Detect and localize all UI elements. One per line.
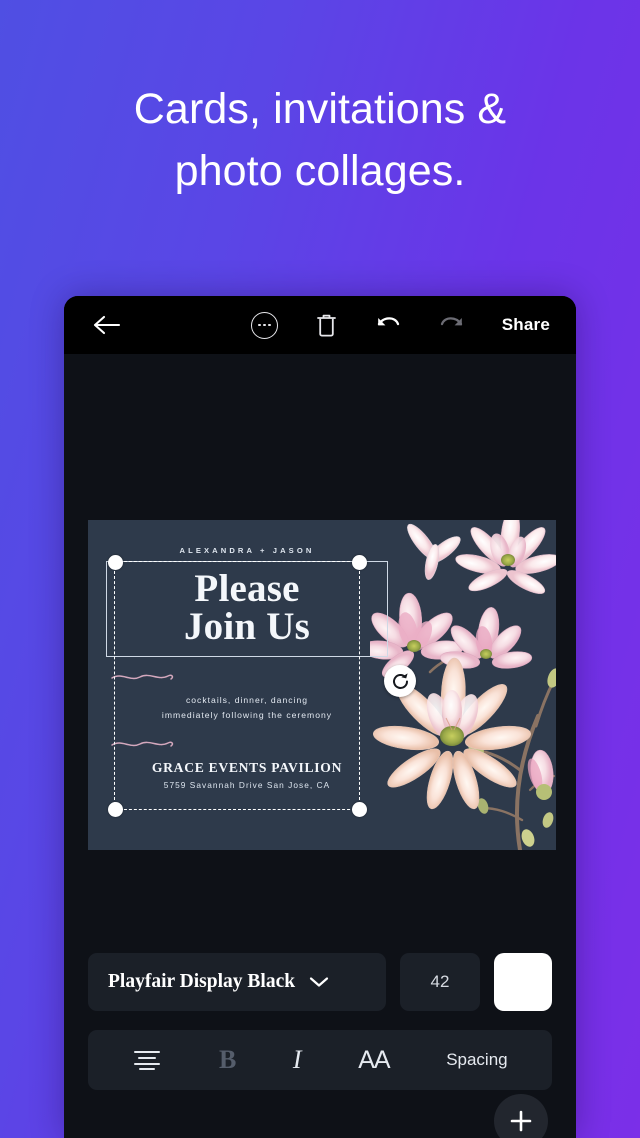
event-details[interactable]: cocktails, dinner, dancing immediately f… — [106, 693, 388, 723]
promo-headline: Cards, invitations & photo collages. — [0, 78, 640, 203]
delete-button[interactable] — [307, 305, 347, 345]
text-color-swatch[interactable] — [494, 953, 552, 1011]
font-controls-row: Playfair Display Black 42 — [64, 950, 576, 1014]
trash-icon — [317, 314, 337, 336]
share-button[interactable]: Share — [502, 315, 550, 335]
back-button[interactable] — [90, 308, 124, 342]
swash-divider-top — [106, 670, 388, 684]
align-center-icon — [134, 1051, 161, 1070]
headline-line-2: photo collages. — [174, 147, 466, 196]
editor-canvas[interactable]: ALEXANDRA + JASON Please Join Us cocktai… — [64, 354, 576, 950]
more-options-circle-icon — [251, 311, 279, 339]
swash-divider-bottom — [106, 737, 388, 751]
venue-name[interactable]: GRACE EVENTS PAVILION — [106, 760, 388, 776]
title-line-1: Please — [194, 567, 300, 610]
phone-mockup: Share ALEXANDRA + JASON Please Join Us c… — [64, 296, 576, 1138]
resize-handle-bottom-right[interactable] — [351, 801, 367, 817]
venue-address[interactable]: 5759 Savannah Drive San Jose, CA — [106, 780, 388, 790]
bold-button[interactable]: B — [219, 1030, 236, 1090]
flourish-icon — [111, 675, 174, 681]
flourish-icon — [111, 741, 174, 747]
arrow-left-icon — [93, 315, 121, 335]
align-button[interactable] — [132, 1030, 162, 1090]
redo-button[interactable] — [431, 305, 471, 345]
font-family-label: Playfair Display Black — [108, 971, 296, 992]
redo-icon — [440, 317, 462, 326]
text-format-toolbar: B I AA Spacing — [88, 1030, 552, 1090]
spacing-button[interactable]: Spacing — [446, 1030, 507, 1090]
undo-button[interactable] — [369, 305, 409, 345]
letter-case-button[interactable]: AA — [358, 1030, 390, 1090]
editor-toolbar: Share — [64, 296, 576, 354]
font-size-field[interactable]: 42 — [400, 953, 480, 1011]
title-line-2: Join Us — [183, 605, 311, 649]
italic-button[interactable]: I — [293, 1030, 302, 1090]
title-text-element[interactable]: Please Join Us — [106, 561, 388, 658]
headline-line-1: Cards, invitations & — [133, 85, 507, 133]
rotate-handle[interactable] — [384, 665, 416, 697]
invitation-text-block: ALEXANDRA + JASON Please Join Us cocktai… — [106, 546, 388, 790]
design-card[interactable]: ALEXANDRA + JASON Please Join Us cocktai… — [88, 520, 556, 850]
rotate-icon — [392, 672, 408, 689]
couple-names[interactable]: ALEXANDRA + JASON — [106, 546, 388, 555]
undo-icon — [377, 317, 399, 326]
font-family-selector[interactable]: Playfair Display Black — [88, 953, 386, 1011]
detail-line-2: immediately following the ceremony — [161, 710, 333, 721]
chevron-down-icon — [309, 977, 329, 987]
plus-icon — [510, 1110, 532, 1132]
resize-handle-bottom-left[interactable] — [107, 801, 123, 817]
add-element-button[interactable] — [494, 1094, 548, 1138]
design-card-inner: ALEXANDRA + JASON Please Join Us cocktai… — [88, 520, 556, 850]
more-options-button[interactable] — [245, 305, 285, 345]
detail-line-1: cocktails, dinner, dancing — [185, 695, 309, 706]
